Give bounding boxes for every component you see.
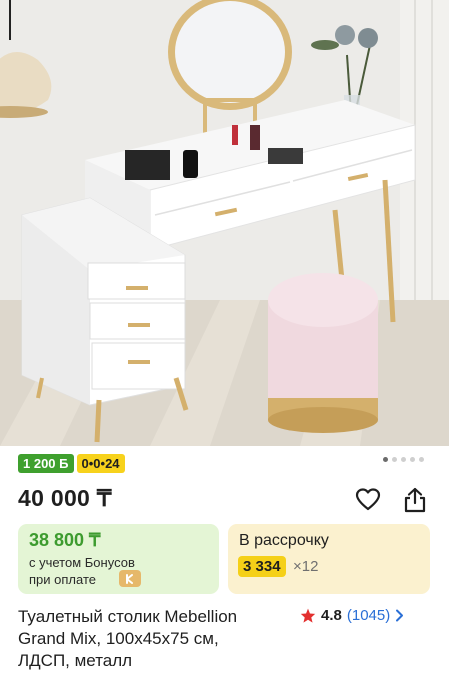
share-button[interactable] xyxy=(400,485,430,515)
promo-badges: 1 200 Б 0•0•24 xyxy=(18,454,125,473)
product-title-line: Grand Mix, 100x45x75 см, xyxy=(18,629,219,648)
star-icon xyxy=(300,608,316,623)
bonus-price-card[interactable]: 38 800 ₸ с учетом Бонусов при оплате xyxy=(18,524,219,594)
bonus-note-line2: при оплате xyxy=(29,572,96,587)
rating-value: 4.8 xyxy=(321,607,342,624)
bonus-logo-icon xyxy=(119,570,141,587)
installment-amount: 3 334 xyxy=(238,556,286,577)
gallery-dot[interactable] xyxy=(401,457,406,462)
product-title-line: ЛДСП, металл xyxy=(18,651,133,670)
gallery-pagination xyxy=(383,457,424,462)
favorite-button[interactable] xyxy=(353,485,383,515)
bonus-note-line1: с учетом Бонусов xyxy=(29,555,135,570)
vanity-table-image xyxy=(0,0,449,446)
bonus-price: 38 800 ₸ xyxy=(29,530,101,550)
installment-multiplier: ×12 xyxy=(293,558,319,575)
share-icon xyxy=(404,487,426,513)
product-title-line: Туалетный столик Mebellion xyxy=(18,607,238,626)
product-photo[interactable] xyxy=(0,0,449,446)
heart-icon xyxy=(355,488,381,511)
product-price: 40 000 ₸ xyxy=(18,485,112,511)
gallery-dot-active[interactable] xyxy=(383,457,388,462)
review-count: (1045) xyxy=(346,607,391,624)
gallery-dot[interactable] xyxy=(410,457,415,462)
chevron-right-icon xyxy=(396,609,404,622)
rating-link[interactable]: 4.8 (1045) xyxy=(300,607,404,624)
gallery-dot[interactable] xyxy=(392,457,397,462)
installment-card[interactable]: В рассрочку 3 334 ×12 xyxy=(228,524,430,594)
installment-badge: 0•0•24 xyxy=(76,454,125,473)
bonus-badge: 1 200 Б xyxy=(18,454,74,473)
product-title[interactable]: Туалетный столик Mebellion Grand Mix, 10… xyxy=(18,606,288,672)
gallery-dot[interactable] xyxy=(419,457,424,462)
installment-label: В рассрочку xyxy=(239,532,329,549)
